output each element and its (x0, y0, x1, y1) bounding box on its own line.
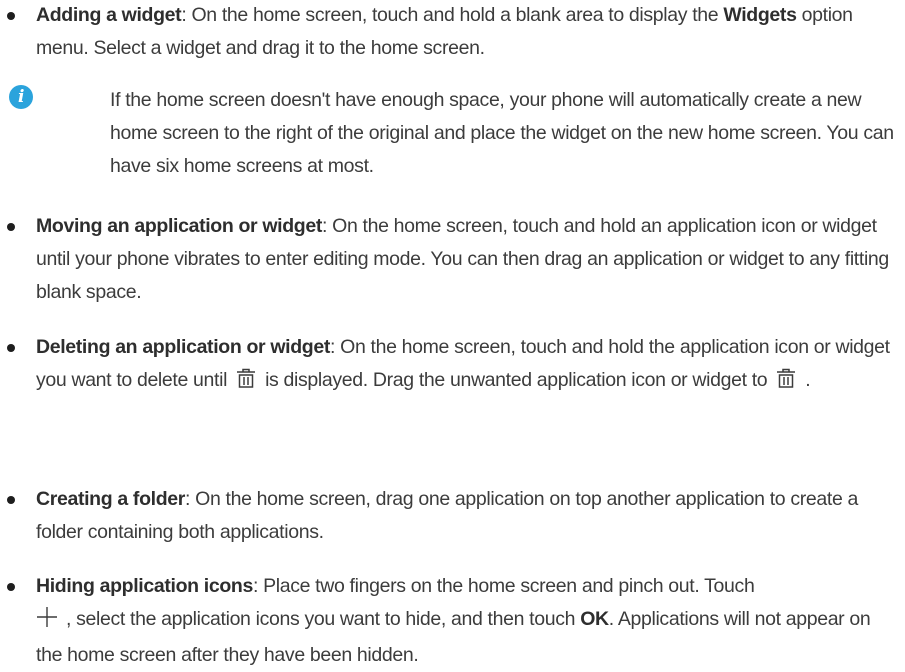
bullet (7, 496, 15, 504)
body-text: : Place two fingers on the home screen a… (252, 575, 755, 597)
list-item-text: Moving an application or widget: On the … (36, 210, 895, 309)
term-ok: OK (580, 608, 609, 630)
trash-icon (775, 367, 797, 400)
bullet (7, 344, 15, 352)
bullet (7, 223, 15, 231)
term-creating-folder: Creating a folder (36, 488, 185, 510)
body-text: , select the application icons you want … (66, 608, 581, 630)
body-text: is displayed. Drag the unwanted applicat… (265, 369, 768, 391)
term-moving: Moving an application or widget (36, 215, 322, 237)
info-icon: i (9, 85, 33, 109)
body-text: . (805, 369, 811, 391)
plus-icon (36, 606, 58, 639)
list-item-text: Creating a folder: On the home screen, d… (36, 483, 895, 549)
bullet (7, 583, 15, 591)
body-text: : On the home screen, touch and hold a b… (181, 4, 724, 26)
document-page: Adding a widget: On the home screen, tou… (0, 0, 905, 666)
list-item-text: Deleting an application or widget: On th… (36, 331, 895, 400)
term-hiding-icons: Hiding application icons (36, 575, 253, 597)
term-adding-widget: Adding a widget (36, 4, 182, 26)
list-item-text: Adding a widget: On the home screen, tou… (36, 0, 895, 65)
term-deleting: Deleting an application or widget (36, 336, 330, 358)
note-text: If the home screen doesn't have enough s… (110, 89, 894, 177)
trash-icon (235, 367, 257, 400)
bullet (7, 12, 15, 20)
term-widgets: Widgets (723, 4, 797, 26)
